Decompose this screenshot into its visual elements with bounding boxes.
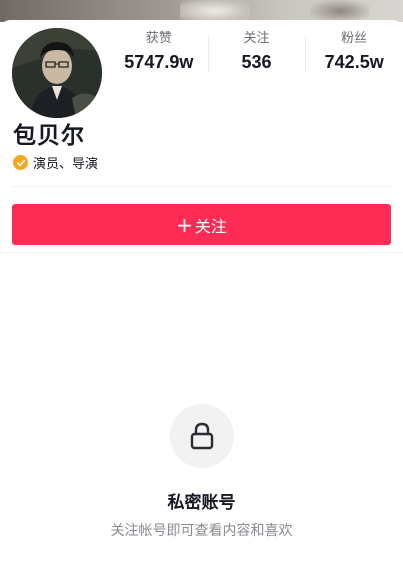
- stat-followers-value: 742.5w: [324, 52, 384, 72]
- stat-followers[interactable]: 粉丝 742.5w: [305, 30, 403, 80]
- private-account-title: 私密账号: [167, 493, 236, 513]
- avatar-portrait: [12, 28, 102, 118]
- avatar[interactable]: [8, 24, 106, 122]
- profile-cover-image: [0, 0, 403, 22]
- stat-following-label: 关注: [243, 31, 270, 46]
- divider: [13, 186, 391, 187]
- verified-check-icon: [13, 155, 28, 170]
- stat-likes[interactable]: 获赞 5747.9w: [110, 30, 208, 80]
- verification-text: 演员、导演: [33, 157, 99, 172]
- stats-row: 获赞 5747.9w 关注 536 粉丝 742.5w: [110, 30, 403, 80]
- stat-following-value: 536: [241, 52, 272, 72]
- verification-badge: 演员、导演: [13, 153, 98, 172]
- lock-icon: [190, 422, 214, 450]
- stat-followers-label: 粉丝: [341, 31, 368, 46]
- private-account-badge: [170, 404, 234, 468]
- section-divider: [0, 252, 403, 253]
- follow-button[interactable]: + 关注: [12, 204, 391, 245]
- private-account-description: 关注帐号即可查看内容和喜欢: [110, 523, 293, 539]
- avatar-image: [12, 28, 102, 118]
- plus-icon: +: [176, 212, 193, 237]
- follow-button-label: 关注: [194, 216, 227, 236]
- stat-likes-label: 获赞: [145, 31, 172, 46]
- stat-following[interactable]: 关注 536: [207, 30, 306, 80]
- stat-likes-value: 5747.9w: [124, 52, 194, 72]
